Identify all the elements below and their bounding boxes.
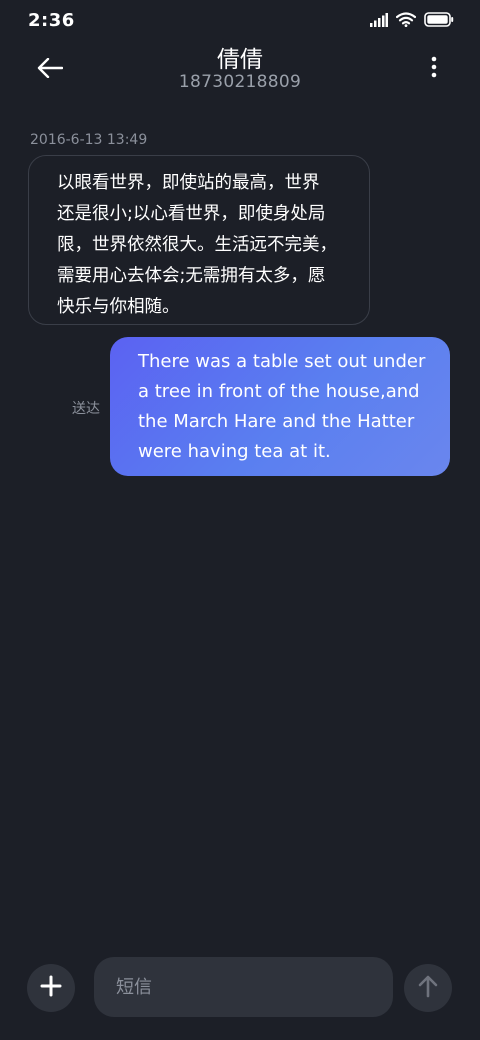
incoming-message-line: 需要用心去体会;无需拥有太多，愿 [57, 266, 326, 286]
delivery-status: 送达 [72, 401, 100, 417]
battery-icon [424, 11, 454, 31]
incoming-message-line: 限，世界依然很大。生活远不完美， [57, 235, 337, 255]
send-arrow-up-icon [417, 974, 439, 1002]
status-icons [370, 11, 454, 31]
wifi-icon [395, 11, 417, 31]
contact-number: 18730218809 [178, 72, 302, 92]
outgoing-message-line: the March Hare and the Hatter [138, 411, 415, 432]
message-input[interactable] [94, 957, 393, 1017]
send-button[interactable] [404, 964, 452, 1012]
more-options-button[interactable] [422, 54, 446, 84]
outgoing-message-line: There was a table set out under [138, 351, 426, 372]
sms-conversation-screen: 2:36 倩倩 18730218809 2016-6-13 13:49 以眼看世… [0, 0, 480, 1040]
incoming-message-line: 以眼看世界，即使站的最高，世界 [57, 173, 320, 193]
outgoing-message-line: were having tea at it. [138, 441, 331, 462]
status-time: 2:36 [28, 10, 75, 31]
incoming-message-bubble[interactable]: 以眼看世界，即使站的最高，世界 还是很小;以心看世界，即使身处局 限，世界依然很… [28, 155, 370, 325]
incoming-message-line: 快乐与你相随。 [57, 297, 180, 317]
signal-icon [370, 12, 388, 31]
plus-icon [40, 975, 62, 1001]
outgoing-message-line: a tree in front of the house,and [138, 381, 420, 402]
message-timestamp: 2016-6-13 13:49 [30, 132, 148, 148]
status-bar: 2:36 [0, 0, 480, 40]
add-attachment-button[interactable] [27, 964, 75, 1012]
outgoing-message-bubble[interactable]: There was a table set out under a tree i… [110, 337, 450, 476]
more-vertical-icon [431, 56, 437, 82]
incoming-message-line: 还是很小;以心看世界，即使身处局 [57, 204, 326, 224]
contact-name: 倩倩 [217, 47, 263, 73]
